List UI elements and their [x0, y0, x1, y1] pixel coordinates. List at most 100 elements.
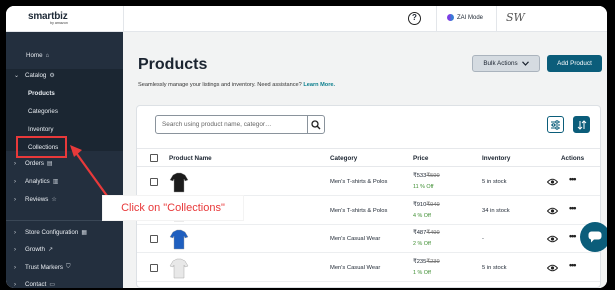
column-header-price[interactable]: Price [413, 155, 428, 162]
sidebar-item-reviews[interactable]: › Reviews ☆ [14, 196, 57, 203]
sidebar-item-home[interactable]: Home ⌂ [26, 52, 49, 59]
eye-icon[interactable] [547, 207, 558, 215]
divider [6, 220, 123, 221]
discount-badge: 2 % Off [413, 241, 431, 247]
sidebar-item-categories[interactable]: Categories [28, 108, 58, 115]
filter-button[interactable] [547, 116, 564, 133]
chat-bubble-icon [588, 231, 602, 243]
clipboard-icon: ▤ [46, 161, 53, 167]
sliders-icon [551, 119, 560, 130]
product-thumbnail[interactable] [169, 228, 189, 250]
inventory-cell: 5 in stock [482, 264, 507, 271]
table-row[interactable]: Men's T-shirts & Polos ₹533₹599 11 % Off… [137, 168, 600, 196]
add-product-button[interactable]: Add Product [547, 55, 602, 72]
sort-icon [577, 119, 586, 130]
row-checkbox[interactable] [150, 178, 158, 186]
shield-icon: ⛉ [65, 264, 71, 270]
sidebar-item-catalog[interactable]: ⌄ Catalog ⚙ [14, 72, 55, 79]
product-thumbnail[interactable] [169, 257, 189, 279]
divider [436, 6, 437, 32]
search-button[interactable] [307, 116, 324, 133]
row-checkbox[interactable] [150, 263, 158, 272]
chevron-right-icon: › [14, 160, 16, 167]
divider [123, 6, 124, 32]
category-cell: Men's Casual Wear [330, 236, 381, 242]
column-header-category[interactable]: Category [330, 155, 357, 162]
main-content: Products Seamlessly manage your listings… [123, 32, 607, 288]
sidebar-item-trust-markers[interactable]: › Trust Markers ⛉ [14, 264, 70, 271]
trend-icon: ↗ [47, 247, 53, 253]
sidebar-item-growth[interactable]: › Growth ↗ [14, 246, 53, 253]
more-options-icon[interactable]: ••• [569, 260, 577, 270]
original-price: ₹599 [426, 173, 440, 179]
learn-more-link[interactable]: Learn More. [303, 82, 335, 88]
eye-icon[interactable] [547, 235, 558, 243]
chat-icon: ▭ [49, 282, 55, 288]
store-icon: ▦ [81, 230, 87, 236]
column-header-product-name[interactable]: Product Name [169, 155, 212, 162]
logo-sub: by amazon [50, 20, 68, 25]
product-image [169, 229, 189, 250]
eye-icon[interactable] [547, 264, 558, 272]
search-input[interactable] [156, 116, 307, 133]
select-all-checkbox[interactable] [150, 154, 158, 162]
more-options-icon[interactable]: ••• [569, 203, 577, 213]
column-header-inventory[interactable]: Inventory [482, 155, 510, 162]
home-icon: ⌂ [45, 52, 50, 59]
top-bar: smartbiz by amazon ? ZAI Mode SW [6, 6, 607, 32]
page-subtitle: Seamlessly manage your listings and inve… [138, 82, 336, 88]
chart-icon: ▥ [52, 179, 59, 185]
product-thumbnail[interactable] [169, 171, 189, 193]
annotation-arrow [70, 145, 111, 201]
price-cell: ₹910₹949 [413, 201, 440, 208]
smartbiz-logo[interactable]: smartbiz by amazon [28, 11, 68, 25]
price-cell: ₹533₹599 [413, 173, 440, 179]
product-image [169, 172, 189, 193]
chevron-right-icon: › [14, 229, 16, 236]
inventory-cell: - [482, 236, 484, 242]
page-title: Products [138, 56, 208, 73]
inventory-cell: 5 in stock [482, 179, 507, 185]
avatar[interactable]: SW [506, 11, 525, 24]
zai-icon [447, 14, 454, 21]
question-circle-icon[interactable]: ? [408, 12, 421, 25]
chat-button[interactable] [580, 222, 607, 252]
collections-highlight-box [16, 136, 67, 158]
row-checkbox[interactable] [150, 235, 158, 243]
divider [496, 6, 497, 32]
more-options-icon[interactable]: ••• [569, 231, 577, 241]
table-header: Product Name Category Price Inventory Ac… [137, 148, 600, 167]
chevron-right-icon: › [14, 281, 16, 288]
sidebar-item-analytics[interactable]: › Analytics ▥ [14, 178, 58, 185]
more-options-icon[interactable]: ••• [569, 174, 577, 184]
app-window: smartbiz by amazon ? ZAI Mode SW Home ⌂ … [6, 6, 607, 288]
sort-button[interactable] [573, 116, 590, 133]
inventory-cell: 34 in stock [482, 207, 510, 214]
star-icon: ☆ [51, 197, 57, 203]
sidebar-item-inventory[interactable]: Inventory [28, 126, 53, 133]
original-price: ₹949 [426, 201, 440, 208]
price-cell: ₹235₹239 [413, 258, 440, 265]
table-row[interactable]: Men's Casual Wear ₹487₹499 2 % Off - ••• [137, 225, 600, 253]
discount-badge: 4 % Off [413, 212, 431, 219]
gear-icon: ⚙ [49, 73, 55, 79]
discount-badge: 11 % Off [413, 184, 434, 190]
original-price: ₹239 [426, 258, 440, 265]
search-box [155, 115, 325, 134]
zai-mode-label: ZAI Mode [457, 14, 484, 21]
chevron-right-icon: › [14, 196, 16, 203]
sidebar-item-orders[interactable]: › Orders ▤ [14, 160, 53, 167]
sidebar-item-contact[interactable]: › Contact ▭ [14, 281, 55, 288]
annotation-label: Click on "Collections" [103, 196, 243, 220]
sidebar-item-products[interactable]: Products [28, 90, 55, 97]
chevron-right-icon: › [14, 178, 16, 185]
price-cell: ₹487₹499 [413, 230, 440, 236]
sidebar-item-store-configuration[interactable]: › Store Configuration ▦ [14, 229, 87, 236]
chevron-right-icon: › [14, 246, 16, 253]
eye-icon[interactable] [547, 178, 558, 186]
category-cell: Men's T-shirts & Polos [330, 179, 388, 185]
discount-badge: 1 % Off [413, 269, 431, 276]
bulk-actions-button[interactable]: Bulk Actions [472, 55, 540, 72]
zai-mode-toggle[interactable]: ZAI Mode [447, 14, 483, 21]
table-row[interactable]: Men's Casual Wear ₹235₹239 1 % Off 5 in … [137, 254, 600, 282]
